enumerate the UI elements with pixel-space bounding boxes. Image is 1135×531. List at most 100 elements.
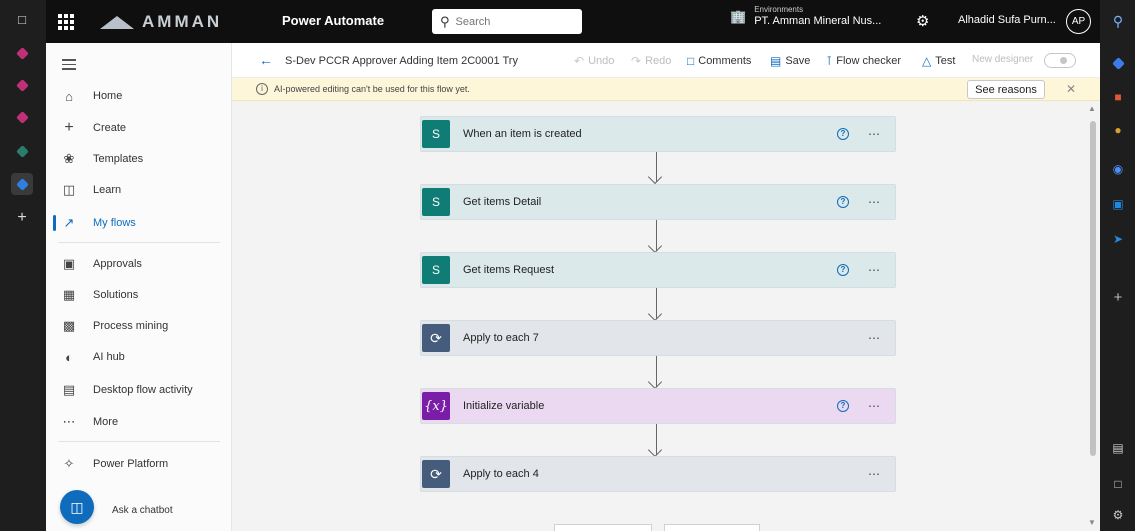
sidebar-item-templates[interactable]: ❀ Templates [46,145,232,173]
scroll-down-icon[interactable]: ▼ [1088,518,1096,527]
undo-button[interactable]: ↶ Undo [574,54,614,68]
flow-step-card[interactable]: S When an item is created ? ⋯ [420,116,896,152]
chatbot-button[interactable]: ◫ [60,490,94,524]
sharepoint-icon: S [422,188,450,216]
powerapps-tab-icon[interactable] [11,106,33,128]
screen-icon[interactable]: ▤ [1107,437,1129,459]
toolbox-icon[interactable]: ■ [1107,86,1129,108]
flow-checker-button[interactable]: ⊺ Flow checker [826,54,901,68]
powerapps-tab-icon[interactable] [11,42,33,64]
vertical-scrollbar[interactable]: ▲ ▼ [1087,101,1100,531]
flow-step-card[interactable]: S Get items Detail ? ⋯ [420,184,896,220]
search-box[interactable]: ⚲ [432,9,582,34]
sidebar-item-create[interactable]: + Create [46,114,232,142]
sidebar-item-label: Desktop flow activity [93,384,193,396]
flow-step-card[interactable]: ⟳ Apply to each 7 ⋯ [420,320,896,356]
copilot-icon[interactable]: ◉ [1107,158,1129,180]
power-platform-icon: ✧ [63,456,75,471]
environment-picker[interactable]: 🏢 Environments PT. Amman Mineral Nus... [730,5,881,28]
avatar[interactable]: AP [1066,9,1091,34]
more-options-icon[interactable]: ⋯ [868,467,881,481]
sidebar-item-power-platform[interactable]: ✧ Power Platform [46,450,232,478]
app-launcher-icon[interactable] [54,9,78,33]
arrow-down-icon [647,238,663,254]
left-navigation: ⌂ Home + Create ❀ Templates ◫ Learn ↗ My… [46,43,232,531]
user-name[interactable]: Alhadid Sufa Purn... [958,14,1056,26]
see-reasons-button[interactable]: See reasons [967,80,1045,99]
info-banner: i AI-powered editing can't be used for t… [232,78,1100,101]
sidebar-item-more[interactable]: ⋯ More [46,408,232,436]
sidebar-toggle-icon[interactable]: □ [1107,473,1129,495]
app-title[interactable]: Power Automate [282,13,384,28]
settings-gear-icon[interactable]: ⚙ [1107,504,1129,526]
help-icon[interactable]: ? [837,264,849,276]
send-icon[interactable]: ➤ [1107,228,1129,250]
comments-label: Comments [698,55,752,67]
brand-name: AMMAN [142,12,223,31]
help-icon[interactable]: ? [837,400,849,412]
save-button[interactable]: ▤ Save [770,54,810,68]
search-icon[interactable]: ⚲ [1107,10,1129,32]
flow-step-card[interactable]: ⟳ Apply to each 4 ⋯ [420,456,896,492]
stethoscope-icon: ⊺ [826,54,833,68]
app-window: □ + AMMAN Power Automate ⚲ 🏢 Environment… [0,0,1135,531]
sidebar-item-solutions[interactable]: ▦ Solutions [46,281,232,309]
more-options-icon[interactable]: ⋯ [868,399,881,413]
new-step-button[interactable] [554,524,652,531]
process-mining-icon: ▩ [62,318,76,333]
new-tab-icon[interactable]: + [11,207,33,229]
loop-icon: ⟳ [422,460,450,488]
close-icon[interactable]: ✕ [1066,82,1076,96]
more-options-icon[interactable]: ⋯ [868,331,881,345]
chatbot-label[interactable]: Ask a chatbot [112,505,173,516]
divider [58,242,220,243]
settings-gear-icon[interactable]: ⚙ [916,12,929,30]
flow-step-card[interactable]: S Get items Request ? ⋯ [420,252,896,288]
save-bottom-button[interactable] [664,524,760,531]
comments-button[interactable]: □ Comments [687,54,751,68]
powerapps-tab-icon[interactable] [11,74,33,96]
redo-icon: ↷ [631,54,642,68]
more-options-icon[interactable]: ⋯ [868,195,881,209]
hamburger-menu-icon[interactable] [62,56,76,73]
scroll-up-icon[interactable]: ▲ [1088,104,1096,113]
outlook-icon[interactable]: ▣ [1107,193,1129,215]
scroll-thumb[interactable] [1090,121,1096,456]
step-title: Get items Detail [463,196,542,208]
arrow-down-icon [647,374,663,390]
test-button[interactable]: △ Test [922,54,955,68]
redo-button[interactable]: ↷ Redo [631,54,671,68]
environment-label: Environments [754,5,804,14]
help-icon[interactable]: ? [837,196,849,208]
flow-canvas[interactable]: S When an item is created ? ⋯ S Get item… [232,101,1087,531]
flask-icon: △ [922,54,932,68]
help-icon[interactable]: ? [837,128,849,140]
sidebar-item-ai-hub[interactable]: ◐ AI hub [46,343,232,371]
app-tab-icon[interactable] [11,140,33,162]
flow-step-card[interactable]: {x} Initialize variable ? ⋯ [420,388,896,424]
tag-icon[interactable] [1107,52,1129,74]
flow-title: S-Dev PCCR Approver Adding Item 2C0001 T… [285,55,518,67]
sidebar-item-desktop-flow-activity[interactable]: ▤ Desktop flow activity [46,376,232,404]
sidebar-item-home[interactable]: ⌂ Home [46,82,232,110]
arrow-down-icon [647,306,663,322]
back-arrow-icon[interactable]: ← [259,52,273,68]
sidebar-item-approvals[interactable]: ▣ Approvals [46,250,232,278]
comment-icon: □ [687,54,695,68]
command-bar: ← S-Dev PCCR Approver Adding Item 2C0001… [232,43,1100,78]
sidebar-item-process-mining[interactable]: ▩ Process mining [46,312,232,340]
sidebar-item-label: Power Platform [93,458,169,470]
sidebar-item-learn[interactable]: ◫ Learn [46,176,232,204]
sidebar-item-label: Solutions [93,289,139,301]
more-options-icon[interactable]: ⋯ [868,263,881,277]
new-designer-toggle[interactable] [1044,53,1076,68]
tab-actions-icon[interactable]: □ [11,8,33,30]
add-icon[interactable]: + [1107,286,1129,308]
sidebar-item-label: Approvals [93,258,142,270]
more-options-icon[interactable]: ⋯ [868,127,881,141]
search-input[interactable] [455,15,566,28]
people-icon[interactable]: ● [1107,119,1129,141]
sidebar-item-my-flows[interactable]: ↗ My flows [46,209,232,237]
sidebar-item-label: Create [93,122,127,134]
power-automate-tab-icon[interactable] [11,173,33,195]
